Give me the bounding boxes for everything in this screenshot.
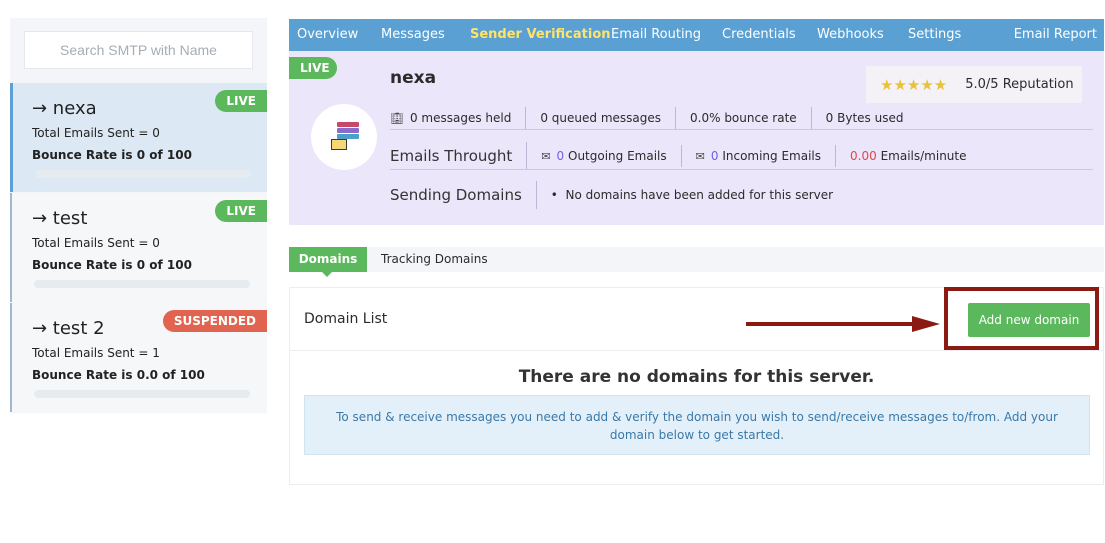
outgoing-emails: ✉ 0 Outgoing Emails — [527, 145, 682, 167]
bytes-used: 0 Bytes used — [825, 111, 904, 125]
bounce-progress-bar — [34, 390, 250, 398]
building-icon: 🏢︎ — [390, 112, 404, 125]
reputation-text: 5.0/5 Reputation — [965, 77, 1074, 92]
tab-overview[interactable]: Overview — [297, 19, 358, 51]
mail-server-icon — [331, 122, 359, 152]
bounce-rate: Bounce Rate is 0.0 of 100 — [32, 368, 205, 382]
sending-domains-label: Sending Domains — [390, 181, 537, 209]
throughput-label: Emails Throught — [390, 142, 528, 170]
tab-webhooks[interactable]: Webhooks — [817, 19, 884, 51]
total-emails-sent: Total Emails Sent = 0 — [32, 126, 160, 140]
status-badge: LIVE — [215, 90, 267, 112]
search-input[interactable]: Search SMTP with Name — [24, 31, 253, 69]
annotation-arrow — [746, 322, 916, 326]
annotation-highlight-box — [944, 287, 1099, 350]
server-card-nexa[interactable]: → nexa Total Emails Sent = 0 Bounce Rate… — [10, 83, 267, 192]
mail-icon: ✉ — [695, 150, 705, 163]
empty-state-title: There are no domains for this server. — [518, 367, 875, 387]
status-badge: LIVE — [289, 57, 337, 79]
server-card-test[interactable]: → test Total Emails Sent = 0 Bounce Rate… — [10, 193, 267, 302]
reputation-box: ★★★★★ 5.0/5 Reputation — [866, 66, 1082, 103]
incoming-emails: ✉ 0 Incoming Emails — [682, 145, 837, 167]
bounce-rate-stat: 0.0% bounce rate — [676, 107, 812, 129]
tab-domains[interactable]: Domains — [289, 247, 367, 272]
server-overview-panel: LIVE nexa ★★★★★ 5.0/5 Reputation 🏢︎ 0 mes… — [289, 51, 1104, 225]
info-alert: To send & receive messages you need to a… — [304, 395, 1090, 455]
server-sidebar: Search SMTP with Name → nexa Total Email… — [10, 18, 267, 413]
domain-list-title: Domain List — [304, 311, 388, 327]
tab-messages[interactable]: Messages — [381, 19, 445, 51]
tab-tracking-domains[interactable]: Tracking Domains — [381, 247, 488, 272]
tab-credentials[interactable]: Credentials — [722, 19, 796, 51]
status-badge: LIVE — [215, 200, 267, 222]
bounce-progress-bar — [35, 170, 251, 178]
tab-email-report[interactable]: Email Report — [1014, 19, 1097, 51]
status-badge: SUSPENDED — [162, 310, 267, 332]
sending-domains-empty: • No domains have been added for this se… — [550, 188, 834, 202]
throughput-row: Emails Throught ✉ 0 Outgoing Emails ✉ 0 In… — [390, 142, 981, 170]
server-stats-row: 🏢︎ 0 messages held 0 queued messages 0.0%… — [390, 107, 917, 129]
server-avatar — [311, 104, 377, 170]
mail-icon: ✉ — [541, 150, 551, 163]
emails-per-minute: 0.00 Emails/minute — [850, 149, 967, 163]
annotation-arrow-head — [912, 316, 940, 332]
server-card-test-2[interactable]: → test 2 Total Emails Sent = 1 Bounce Ra… — [10, 303, 267, 412]
sending-domains-row: Sending Domains • No domains have been a… — [390, 181, 847, 209]
star-rating-icon: ★★★★★ — [880, 75, 948, 94]
tab-settings[interactable]: Settings — [908, 19, 961, 51]
tab-sender-verification[interactable]: Sender Verification — [470, 19, 611, 51]
page-title: nexa — [390, 68, 437, 88]
tab-email-routing[interactable]: Email Routing — [611, 19, 701, 51]
bounce-progress-bar — [34, 280, 250, 288]
server-nav: Overview Messages Sender Verification Em… — [289, 19, 1104, 51]
queued-messages: 0 queued messages — [526, 107, 677, 129]
bounce-rate: Bounce Rate is 0 of 100 — [32, 258, 192, 272]
total-emails-sent: Total Emails Sent = 0 — [32, 236, 160, 250]
total-emails-sent: Total Emails Sent = 1 — [32, 346, 160, 360]
bounce-rate: Bounce Rate is 0 of 100 — [32, 148, 192, 162]
active-tab-caret — [322, 272, 332, 277]
messages-held: 🏢︎ 0 messages held — [390, 107, 527, 129]
domain-tabs: Domains Tracking Domains — [289, 247, 1104, 277]
